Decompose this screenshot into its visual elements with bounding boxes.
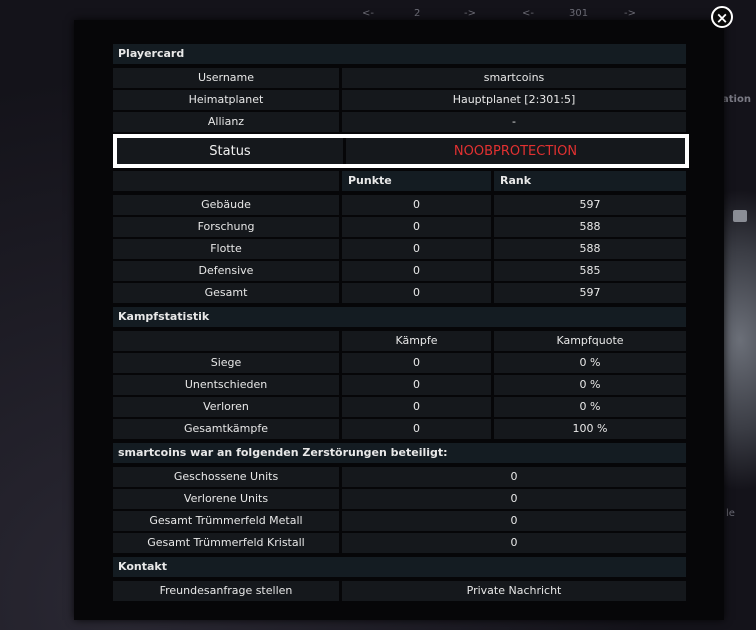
rank-value: 588: [494, 217, 686, 237]
alliance-label: Allianz: [113, 112, 339, 132]
background-side-text: ation: [722, 94, 751, 105]
destruction-value: 0: [342, 511, 686, 531]
table-row: Forschung 0 588: [113, 217, 686, 237]
printer-icon: [733, 210, 747, 222]
destruction-row-label: Geschossene Units: [113, 467, 339, 487]
points-value: 0: [342, 239, 491, 259]
table-row: Flotte 0 588: [113, 239, 686, 259]
background-side-text: le: [726, 508, 735, 519]
table-row: Geschossene Units 0: [113, 467, 686, 487]
status-row: Status NOOBPROTECTION: [113, 134, 689, 168]
table-row: Heimatplanet Hauptplanet [2:301:5]: [113, 90, 686, 110]
destruction-row-label: Gesamt Trümmerfeld Metall: [113, 511, 339, 531]
destruction-value: 0: [342, 489, 686, 509]
status-label: Status: [117, 138, 343, 164]
points-value: 0: [342, 195, 491, 215]
combat-row-label: Verloren: [113, 397, 339, 417]
playercard-header: Playercard: [113, 44, 686, 64]
fights-value: 0: [342, 375, 491, 395]
rank-value: 585: [494, 261, 686, 281]
combat-column-headers: Kämpfe Kampfquote: [113, 331, 686, 351]
points-row-label: Forschung: [113, 217, 339, 237]
table-row: Gesamtkämpfe 0 100 %: [113, 419, 686, 439]
empty-header-cell: [113, 171, 339, 191]
destruction-header: smartcoins war an folgenden Zerstörungen…: [113, 443, 686, 463]
rank-column-header: Rank: [494, 171, 686, 191]
points-value: 0: [342, 217, 491, 237]
destruction-value: 0: [342, 533, 686, 553]
quote-value: 0 %: [494, 353, 686, 373]
quote-value: 0 %: [494, 397, 686, 417]
status-badge: NOOBPROTECTION: [346, 138, 685, 164]
friend-request-link[interactable]: Freundesanfrage stellen: [113, 581, 339, 601]
points-row-label: Defensive: [113, 261, 339, 281]
rank-value: 597: [494, 195, 686, 215]
system-next-link[interactable]: ->: [624, 8, 636, 19]
table-row: Unentschieden 0 0 %: [113, 375, 686, 395]
username-value: smartcoins: [342, 68, 686, 88]
fights-value: 0: [342, 419, 491, 439]
table-row: Allianz -: [113, 112, 686, 132]
points-row-label: Gesamt: [113, 283, 339, 303]
username-label: Username: [113, 68, 339, 88]
points-row-label: Gebäude: [113, 195, 339, 215]
fights-value: 0: [342, 353, 491, 373]
quote-column-header: Kampfquote: [494, 331, 686, 351]
table-row: Gesamt Trümmerfeld Metall 0: [113, 511, 686, 531]
table-row: Username smartcoins: [113, 68, 686, 88]
contact-header: Kontakt: [113, 557, 686, 577]
points-column-header: Punkte: [342, 171, 491, 191]
section-title: Playercard: [113, 44, 686, 64]
combat-header: Kampfstatistik: [113, 307, 686, 327]
rank-value: 597: [494, 283, 686, 303]
combat-row-label: Unentschieden: [113, 375, 339, 395]
destruction-value: 0: [342, 467, 686, 487]
rank-value: 588: [494, 239, 686, 259]
points-value: 0: [342, 283, 491, 303]
table-row: Gesamt 0 597: [113, 283, 686, 303]
home-planet-value: Hauptplanet [2:301:5]: [342, 90, 686, 110]
combat-row-label: Siege: [113, 353, 339, 373]
table-row: Verloren 0 0 %: [113, 397, 686, 417]
galaxy-next-link[interactable]: ->: [464, 8, 476, 19]
section-title: Kampfstatistik: [113, 307, 686, 327]
destruction-row-label: Verlorene Units: [113, 489, 339, 509]
points-header: Punkte Rank: [113, 171, 686, 191]
home-planet-label: Heimatplanet: [113, 90, 339, 110]
table-row: Gebäude 0 597: [113, 195, 686, 215]
table-row: Verlorene Units 0: [113, 489, 686, 509]
quote-value: 0 %: [494, 375, 686, 395]
table-row: Siege 0 0 %: [113, 353, 686, 373]
fights-column-header: Kämpfe: [342, 331, 491, 351]
system-number: 301: [569, 8, 589, 19]
table-row: Gesamt Trümmerfeld Kristall 0: [113, 533, 686, 553]
fights-value: 0: [342, 397, 491, 417]
private-message-link[interactable]: Private Nachricht: [342, 581, 686, 601]
points-row-label: Flotte: [113, 239, 339, 259]
galaxy-prev-link[interactable]: <-: [362, 8, 374, 19]
destruction-row-label: Gesamt Trümmerfeld Kristall: [113, 533, 339, 553]
alliance-value: -: [342, 112, 686, 132]
galaxy-number: 2: [414, 8, 421, 19]
close-icon[interactable]: ×: [711, 6, 733, 28]
points-value: 0: [342, 261, 491, 281]
system-prev-link[interactable]: <-: [522, 8, 534, 19]
section-title: Kontakt: [113, 557, 686, 577]
empty-header-cell: [113, 331, 339, 351]
quote-value: 100 %: [494, 419, 686, 439]
combat-row-label: Gesamtkämpfe: [113, 419, 339, 439]
table-row: Defensive 0 585: [113, 261, 686, 281]
table-row: Freundesanfrage stellen Private Nachrich…: [113, 581, 686, 601]
section-title: smartcoins war an folgenden Zerstörungen…: [113, 443, 686, 463]
